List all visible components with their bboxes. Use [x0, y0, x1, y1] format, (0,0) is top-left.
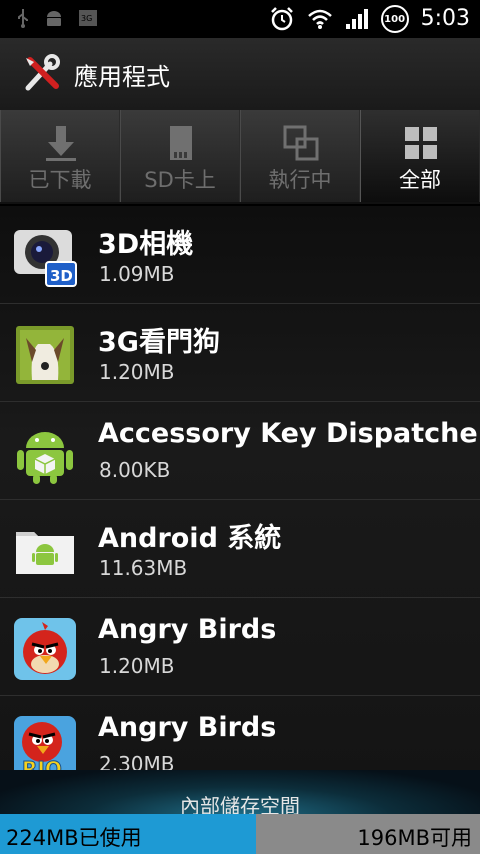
title-bar: 應用程式: [0, 38, 480, 110]
app-name: Angry Birds: [98, 712, 277, 743]
android-package-icon: [17, 432, 73, 484]
tab-downloaded[interactable]: 已下載: [0, 110, 120, 202]
list-item[interactable]: Android 系統 11.63MB: [0, 500, 480, 598]
usb-icon: [18, 9, 28, 28]
download-icon: [46, 126, 76, 161]
3d-camera-icon: 3D: [14, 230, 77, 287]
app-size: 1.20MB: [99, 360, 175, 384]
3g-icon: 3G: [79, 10, 97, 26]
app-name: 3G看門狗: [98, 327, 220, 358]
3g-watchdog-icon: [16, 326, 74, 384]
app-name: Android 系統: [98, 523, 282, 554]
tab-bar: 已下載 SD卡上 執行中 全部: [0, 110, 480, 204]
sdcard-icon: [170, 126, 192, 160]
page-title: 應用程式: [74, 62, 170, 91]
tab-label: 已下載: [28, 168, 92, 192]
app-size: 11.63MB: [99, 556, 188, 580]
app-name: Angry Birds: [98, 614, 277, 645]
wifi-icon: [307, 9, 332, 29]
android-system-icon: [16, 532, 74, 574]
tab-sd-card[interactable]: SD卡上: [120, 110, 240, 202]
alarm-icon: [270, 7, 293, 31]
storage-used-bar: 224MB已使用: [0, 814, 256, 854]
clock: 5:03: [420, 6, 470, 31]
tab-label: SD卡上: [144, 168, 216, 192]
angry-birds-icon: [14, 618, 76, 680]
status-bar: 3G 100 5:03: [0, 0, 480, 38]
list-item[interactable]: 3G看門狗 1.20MB: [0, 304, 480, 402]
tools-icon: [25, 54, 60, 91]
svg-text:3G: 3G: [81, 14, 92, 23]
list-item[interactable]: Angry Birds 1.20MB: [0, 598, 480, 696]
notification-icons: 3G: [16, 8, 98, 28]
app-name: 3D相機: [98, 229, 194, 260]
storage-used-text: 224MB已使用: [6, 826, 142, 850]
status-icons: 100 5:03: [269, 4, 470, 34]
app-size: 1.09MB: [99, 262, 175, 286]
running-icon: [283, 125, 319, 161]
app-name: Accessory Key Dispatcher: [98, 418, 480, 449]
battery-level: 100: [384, 13, 406, 25]
list-item[interactable]: 3D 3D相機 1.09MB: [0, 206, 480, 304]
app-size: 1.20MB: [99, 654, 175, 678]
tab-all[interactable]: 全部: [360, 110, 480, 202]
svg-text:3D: 3D: [50, 267, 73, 285]
battery-icon: 100: [380, 5, 409, 33]
storage-free-text: 196MB可用: [357, 826, 472, 850]
app-size: 8.00KB: [99, 458, 171, 482]
android-debug-icon: [47, 11, 61, 26]
tab-label: 執行中: [268, 168, 332, 192]
signal-icon: [345, 9, 368, 29]
grid-icon: [405, 127, 437, 159]
tab-running[interactable]: 執行中: [240, 110, 360, 202]
app-list: 3D 3D相機 1.09MB 3G看門狗 1.20MB Accessory Ke…: [0, 206, 480, 792]
list-item[interactable]: Accessory Key Dispatcher 8.00KB: [0, 402, 480, 500]
tab-label: 全部: [399, 168, 441, 192]
